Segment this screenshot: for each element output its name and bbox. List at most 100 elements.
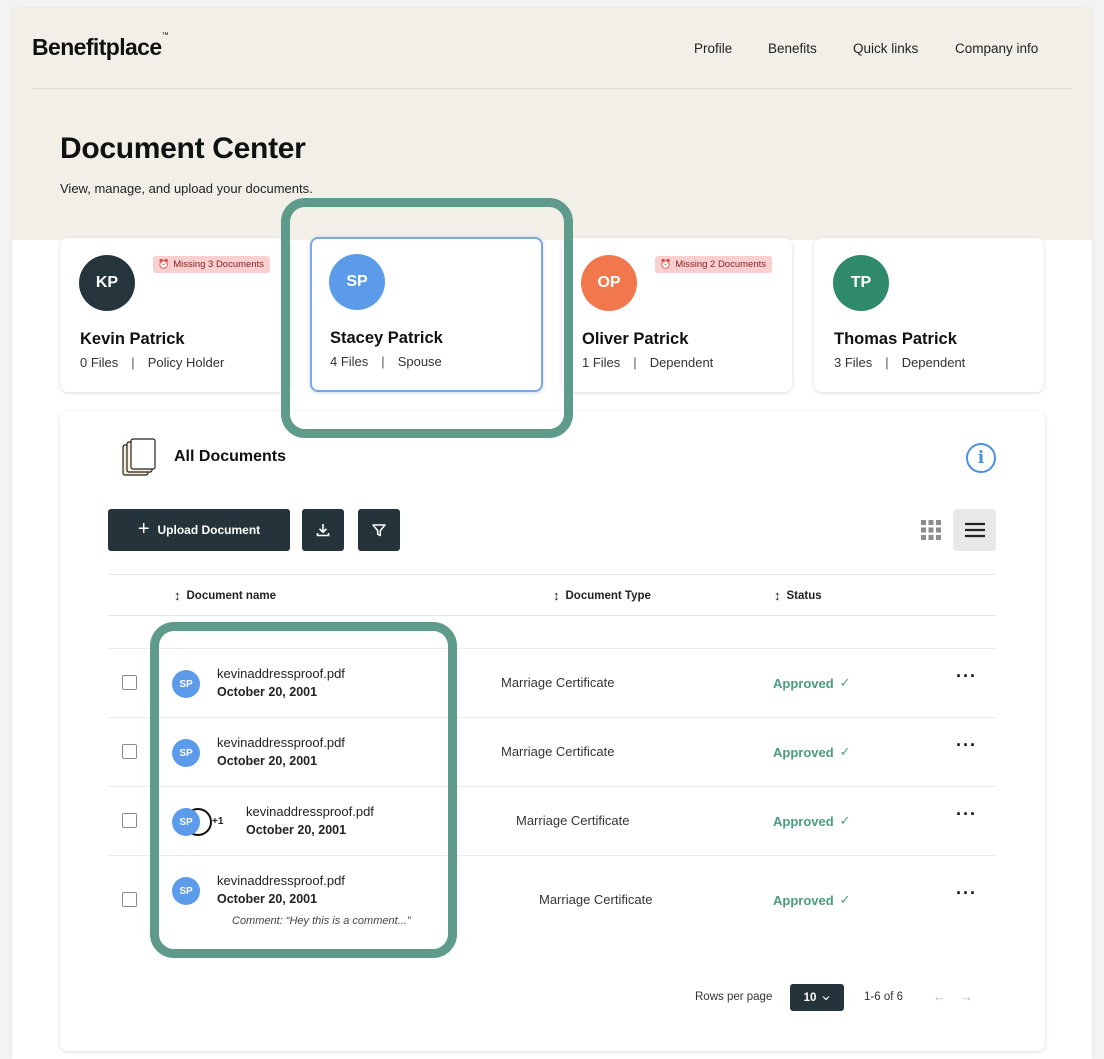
document-type: Marriage Certificate [539, 892, 653, 907]
member-name: Stacey Patrick [330, 329, 443, 347]
column-document-type[interactable]: ↕ Document Type [553, 588, 651, 603]
upload-label: Upload Document [157, 523, 261, 537]
member-card-oliver[interactable]: OP ⏰ Missing 2 Documents Oliver Patrick … [562, 238, 792, 392]
avatar: SP [329, 254, 385, 310]
table-header: ↕ Document name ↕ Document Type ↕ Status [108, 574, 996, 616]
file-name[interactable]: kevinaddressproof.pdf [217, 666, 345, 681]
member-name: Thomas Patrick [834, 330, 957, 348]
row-checkbox[interactable] [122, 813, 137, 828]
member-meta: 1 Files | Dependent [582, 355, 714, 370]
file-date: October 20, 2001 [217, 685, 318, 699]
sort-icon: ↕ [553, 588, 560, 603]
table-row[interactable]: SP kevinaddressproof.pdf October 20, 200… [108, 717, 996, 786]
hero-section: Benefitplace™ Profile Benefits Quick lin… [12, 8, 1092, 240]
page-title: Document Center [60, 132, 306, 165]
filter-icon [372, 524, 386, 537]
status-label: Approved [773, 744, 834, 760]
brand-logo[interactable]: Benefitplace™ [32, 32, 169, 61]
column-label: Status [786, 589, 822, 602]
member-meta: 0 Files | Policy Holder [80, 355, 225, 370]
check-icon: ✓ [839, 744, 851, 759]
status-label: Approved [773, 813, 834, 829]
member-meta: 4 Files | Spouse [330, 354, 442, 369]
download-button[interactable] [302, 509, 344, 551]
member-role: Dependent [901, 355, 966, 370]
chevron-down-icon [822, 995, 830, 1000]
document-type: Marriage Certificate [501, 675, 615, 690]
file-name[interactable]: kevinaddressproof.pdf [217, 873, 345, 888]
badge-label: Missing 2 Documents [675, 259, 766, 270]
table-row[interactable]: SP kevinaddressproof.pdf October 20, 200… [108, 648, 996, 717]
file-date: October 20, 2001 [246, 823, 347, 837]
member-name: Kevin Patrick [80, 330, 185, 348]
file-date: October 20, 2001 [217, 754, 318, 768]
header-divider [32, 88, 1072, 89]
member-role: Spouse [397, 354, 442, 369]
download-icon [316, 524, 330, 537]
info-icon[interactable]: i [966, 443, 996, 473]
list-view-icon [964, 522, 985, 538]
rows-per-page-value: 10 [803, 991, 817, 1004]
grid-view-button[interactable] [918, 517, 944, 543]
file-date: October 20, 2001 [217, 892, 318, 906]
member-card-stacey[interactable]: SP Stacey Patrick 4 Files | Spouse [310, 237, 543, 392]
row-checkbox[interactable] [122, 744, 137, 759]
grid-view-icon [921, 520, 941, 540]
nav-company-info[interactable]: Company info [955, 41, 1038, 56]
status-badge: Approved ✓ [773, 675, 851, 691]
logo-text: Benefitplace [32, 34, 162, 60]
check-icon: ✓ [839, 892, 851, 907]
arrow-left-icon[interactable]: ← [933, 989, 946, 1004]
document-type: Marriage Certificate [516, 813, 630, 828]
avatar: KP [79, 255, 135, 311]
sort-icon: ↕ [774, 588, 781, 603]
member-file-count: 4 Files [330, 354, 369, 369]
column-label: Document Type [565, 589, 651, 602]
status-label: Approved [773, 892, 834, 908]
more-icon[interactable]: ··· [956, 666, 977, 687]
avatar: SP [172, 670, 200, 698]
file-name[interactable]: kevinaddressproof.pdf [217, 735, 345, 750]
arrow-right-icon[interactable]: → [960, 989, 973, 1004]
filter-button[interactable] [358, 509, 400, 551]
row-checkbox[interactable] [122, 892, 137, 907]
plus-icon: + [137, 518, 150, 540]
logo-trademark: ™ [161, 32, 169, 39]
rows-per-page-select[interactable]: 10 [790, 984, 844, 1011]
nav-profile[interactable]: Profile [694, 41, 732, 56]
column-document-name[interactable]: ↕ Document name [174, 588, 276, 603]
app-window: Benefitplace™ Profile Benefits Quick lin… [12, 8, 1092, 1059]
more-icon[interactable]: ··· [956, 883, 977, 904]
file-name[interactable]: kevinaddressproof.pdf [246, 804, 374, 819]
status-badge: Approved ✓ [773, 892, 851, 908]
avatar: SP [172, 739, 200, 767]
table-row[interactable]: SP kevinaddressproof.pdf October 20, 200… [108, 855, 996, 945]
upload-document-button[interactable]: + Upload Document [108, 509, 290, 551]
list-view-button[interactable] [953, 509, 996, 551]
member-file-count: 3 Files [834, 355, 873, 370]
avatar: SP [172, 808, 200, 836]
row-checkbox[interactable] [122, 675, 137, 690]
table-row[interactable]: SP +1 kevinaddressproof.pdf October 20, … [108, 786, 996, 855]
more-icon[interactable]: ··· [956, 804, 977, 825]
document-comment: Comment: “Hey this is a comment...” [232, 915, 411, 927]
check-icon: ✓ [839, 813, 851, 828]
avatar: TP [833, 255, 889, 311]
alarm-icon: ⏰ [659, 259, 672, 269]
nav-quick-links[interactable]: Quick links [853, 41, 918, 56]
status-badge: Approved ✓ [773, 744, 851, 760]
member-name: Oliver Patrick [582, 330, 689, 348]
member-role: Dependent [649, 355, 714, 370]
alarm-icon: ⏰ [157, 259, 170, 269]
more-icon[interactable]: ··· [956, 735, 977, 756]
member-file-count: 0 Files [80, 355, 119, 370]
column-label: Document name [186, 589, 276, 602]
nav-benefits[interactable]: Benefits [768, 41, 817, 56]
document-type: Marriage Certificate [501, 744, 615, 759]
extra-members-count: +1 [212, 816, 224, 827]
member-card-kevin[interactable]: KP ⏰ Missing 3 Documents Kevin Patrick 0… [60, 238, 290, 392]
member-role: Policy Holder [147, 355, 225, 370]
column-status[interactable]: ↕ Status [774, 588, 822, 603]
documents-title: All Documents [174, 448, 287, 465]
member-card-thomas[interactable]: TP Thomas Patrick 3 Files | Dependent [814, 238, 1044, 392]
